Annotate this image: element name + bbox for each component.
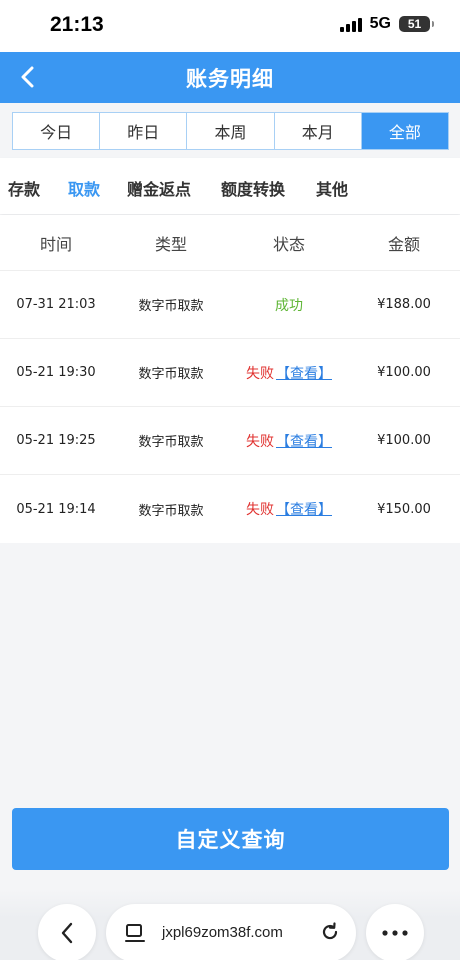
row-time: 05-21 19:25 [16, 433, 96, 448]
view-details-link[interactable]: 【查看】 [276, 499, 332, 519]
row-amount: ¥150.00 [377, 501, 431, 517]
tab-this-month[interactable]: 本月 [275, 113, 362, 149]
back-icon[interactable] [14, 63, 40, 91]
tab-all[interactable]: 全部 [361, 113, 449, 149]
category-tabs: 存款 取款 赠金返点 额度转换 其他 [0, 158, 460, 214]
view-details-link[interactable]: 【查看】 [276, 431, 332, 451]
browser-back-button[interactable] [38, 904, 96, 960]
tab-yesterday[interactable]: 昨日 [100, 113, 188, 149]
row-status-cell: 失败 【查看】 [230, 407, 348, 474]
column-header-type: 类型 [154, 234, 187, 254]
table-row: 05-21 19:30 数字币取款 失败 【查看】 ¥100.00 [0, 339, 460, 407]
column-header-time: 时间 [39, 234, 72, 254]
tab-bonus-rebate[interactable]: 赠金返点 [127, 176, 191, 200]
date-range-tabs: 今日 昨日 本周 本月 全部 [12, 112, 449, 150]
network-type: 5G [369, 15, 391, 32]
reader-icon[interactable] [124, 922, 146, 944]
page-header: 账务明细 [0, 52, 460, 103]
more-icon [382, 930, 408, 936]
status-bar: 21:13 5G 51 [0, 0, 460, 52]
address-bar[interactable]: jxpl69zom38f.com [106, 904, 356, 960]
row-type: 数字币取款 [138, 299, 204, 314]
table-row: 05-21 19:14 数字币取款 失败 【查看】 ¥150.00 [0, 475, 460, 543]
tab-withdraw[interactable]: 取款 [68, 176, 100, 200]
custom-query-button[interactable]: 自定义查询 [12, 808, 449, 870]
table-row: 07-31 21:03 数字币取款 成功 ¥188.00 [0, 271, 460, 339]
status-indicators: 5G 51 [339, 15, 434, 33]
tab-other[interactable]: 其他 [316, 176, 348, 200]
status-failed: 失败 [246, 502, 274, 518]
battery-level: 51 [407, 17, 422, 31]
tab-this-week[interactable]: 本周 [187, 113, 275, 149]
view-details-link[interactable]: 【查看】 [276, 363, 332, 383]
records-table: 时间 类型 状态 金额 07-31 21:03 数字币取款 成功 ¥188.00… [0, 215, 460, 543]
column-header-amount: 金额 [387, 234, 420, 254]
row-type: 数字币取款 [138, 503, 204, 519]
row-status-cell: 成功 [230, 271, 348, 338]
status-failed: 失败 [246, 365, 274, 382]
row-status-cell: 失败 【查看】 [230, 339, 348, 406]
row-type: 数字币取款 [138, 435, 204, 450]
page-title: 账务明细 [186, 66, 274, 91]
url-text: jxpl69zom38f.com [162, 924, 283, 941]
browser-back-icon [61, 922, 73, 944]
row-status-cell: 失败 【查看】 [230, 475, 348, 543]
status-failed: 失败 [246, 433, 274, 450]
table-header: 时间 类型 状态 金额 [0, 215, 460, 271]
row-time: 05-21 19:14 [16, 501, 96, 517]
column-header-status: 状态 [272, 234, 305, 254]
browser-more-button[interactable] [366, 904, 424, 960]
status-time: 21:13 [50, 13, 104, 36]
battery-icon: 51 [399, 16, 434, 32]
row-amount: ¥100.00 [377, 433, 431, 448]
tab-credit-transfer[interactable]: 额度转换 [221, 176, 285, 200]
signal-icon [339, 16, 362, 32]
row-amount: ¥100.00 [377, 365, 431, 380]
browser-toolbar: jxpl69zom38f.com [0, 890, 460, 960]
reload-icon[interactable] [318, 920, 342, 944]
tab-today[interactable]: 今日 [13, 113, 101, 149]
row-type: 数字币取款 [138, 367, 204, 382]
row-time: 07-31 21:03 [16, 297, 96, 312]
table-row: 05-21 19:25 数字币取款 失败 【查看】 ¥100.00 [0, 407, 460, 475]
status-success: 成功 [275, 297, 303, 314]
tab-deposit[interactable]: 存款 [8, 176, 40, 200]
row-amount: ¥188.00 [377, 297, 431, 312]
row-time: 05-21 19:30 [16, 365, 96, 380]
